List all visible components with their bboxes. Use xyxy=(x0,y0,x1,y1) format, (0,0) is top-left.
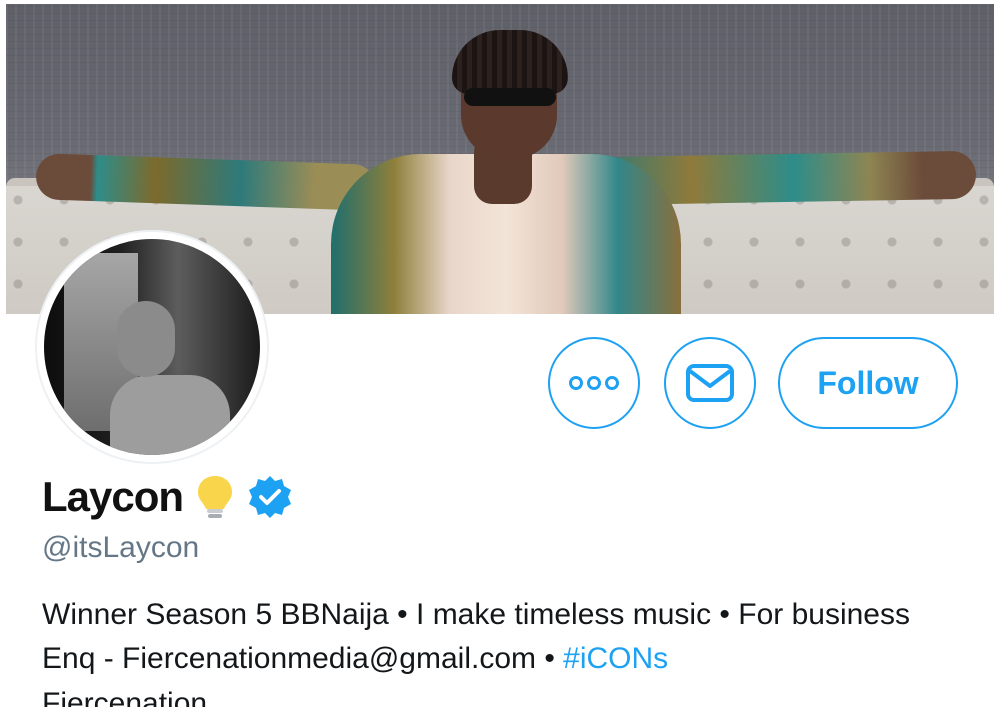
user-handle: @itsLaycon xyxy=(42,531,200,564)
bio-hashtag-link[interactable]: #iCONs xyxy=(563,642,668,675)
display-name-row: Laycon xyxy=(42,470,293,524)
profile-avatar[interactable] xyxy=(37,232,267,462)
profile-bio: Winner Season 5 BBNaija • I make timeles… xyxy=(42,593,962,681)
avatar-body xyxy=(110,375,230,455)
display-name: Laycon xyxy=(42,473,184,520)
mail-icon xyxy=(686,364,734,402)
bio-text: Winner Season 5 BBNaija • I make timeles… xyxy=(42,598,910,675)
avatar-photo xyxy=(44,239,260,455)
bio-truncated-line: Fiercenation xyxy=(42,687,208,707)
banner-hair xyxy=(452,30,568,94)
follow-button[interactable]: Follow xyxy=(778,337,958,429)
banner-sunglasses xyxy=(464,88,556,106)
verified-badge-icon xyxy=(249,476,292,518)
message-button[interactable] xyxy=(664,337,756,429)
banner-left-arm xyxy=(35,153,377,211)
more-options-button[interactable] xyxy=(548,337,640,429)
lightbulb-emoji-icon xyxy=(198,476,233,518)
more-icon xyxy=(569,376,619,390)
avatar-head xyxy=(117,301,175,377)
